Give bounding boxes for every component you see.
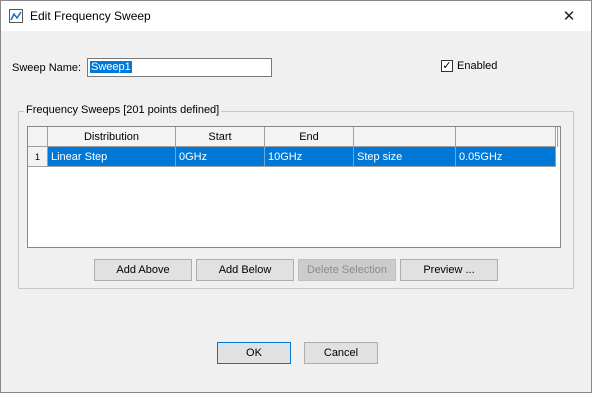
window-title: Edit Frequency Sweep (30, 9, 151, 23)
sweep-name-input[interactable]: Sweep1 (87, 58, 272, 77)
cell-step-value[interactable]: 0.05GHz (456, 147, 556, 167)
sweep-name-label: Sweep Name: (12, 62, 82, 74)
close-button[interactable]: ✕ (547, 1, 591, 31)
title-bar: Edit Frequency Sweep ✕ (1, 1, 591, 31)
delete-selection-button[interactable]: Delete Selection (298, 259, 396, 281)
table-row[interactable]: 1 Linear Step 0GHz 10GHz Step size 0.05G… (28, 147, 556, 167)
preview-button[interactable]: Preview ... (400, 259, 498, 281)
column-header-4[interactable] (354, 127, 456, 147)
row-index-cell[interactable]: 1 (28, 147, 48, 167)
add-above-button[interactable]: Add Above (94, 259, 192, 281)
close-icon: ✕ (562, 8, 576, 25)
table-header-row: Distribution Start End (28, 127, 556, 147)
frequency-sweeps-group-title: Frequency Sweeps [201 points defined] (24, 104, 222, 116)
cancel-button[interactable]: Cancel (304, 342, 378, 364)
enabled-label[interactable]: Enabled (457, 60, 497, 72)
column-header-start[interactable]: Start (176, 127, 265, 147)
add-below-button[interactable]: Add Below (196, 259, 294, 281)
cell-distribution[interactable]: Linear Step (48, 147, 176, 167)
cell-end[interactable]: 10GHz (265, 147, 354, 167)
sweep-name-value: Sweep1 (90, 61, 132, 73)
app-icon (9, 9, 23, 23)
column-header-end[interactable]: End (265, 127, 354, 147)
enabled-checkbox[interactable]: ✓ (441, 60, 453, 72)
header-scroll-stub (557, 127, 560, 147)
edit-frequency-sweep-dialog: Edit Frequency Sweep ✕ Sweep Name: Sweep… (0, 0, 592, 393)
ok-button[interactable]: OK (217, 342, 291, 364)
cell-step-type[interactable]: Step size (354, 147, 456, 167)
frequency-sweeps-table[interactable]: Distribution Start End 1 Linear Step 0GH… (27, 126, 561, 248)
column-header-distribution[interactable]: Distribution (48, 127, 176, 147)
cell-start[interactable]: 0GHz (176, 147, 265, 167)
column-header-5[interactable] (456, 127, 556, 147)
corner-header-cell[interactable] (28, 127, 48, 147)
checkmark-icon: ✓ (442, 59, 452, 72)
